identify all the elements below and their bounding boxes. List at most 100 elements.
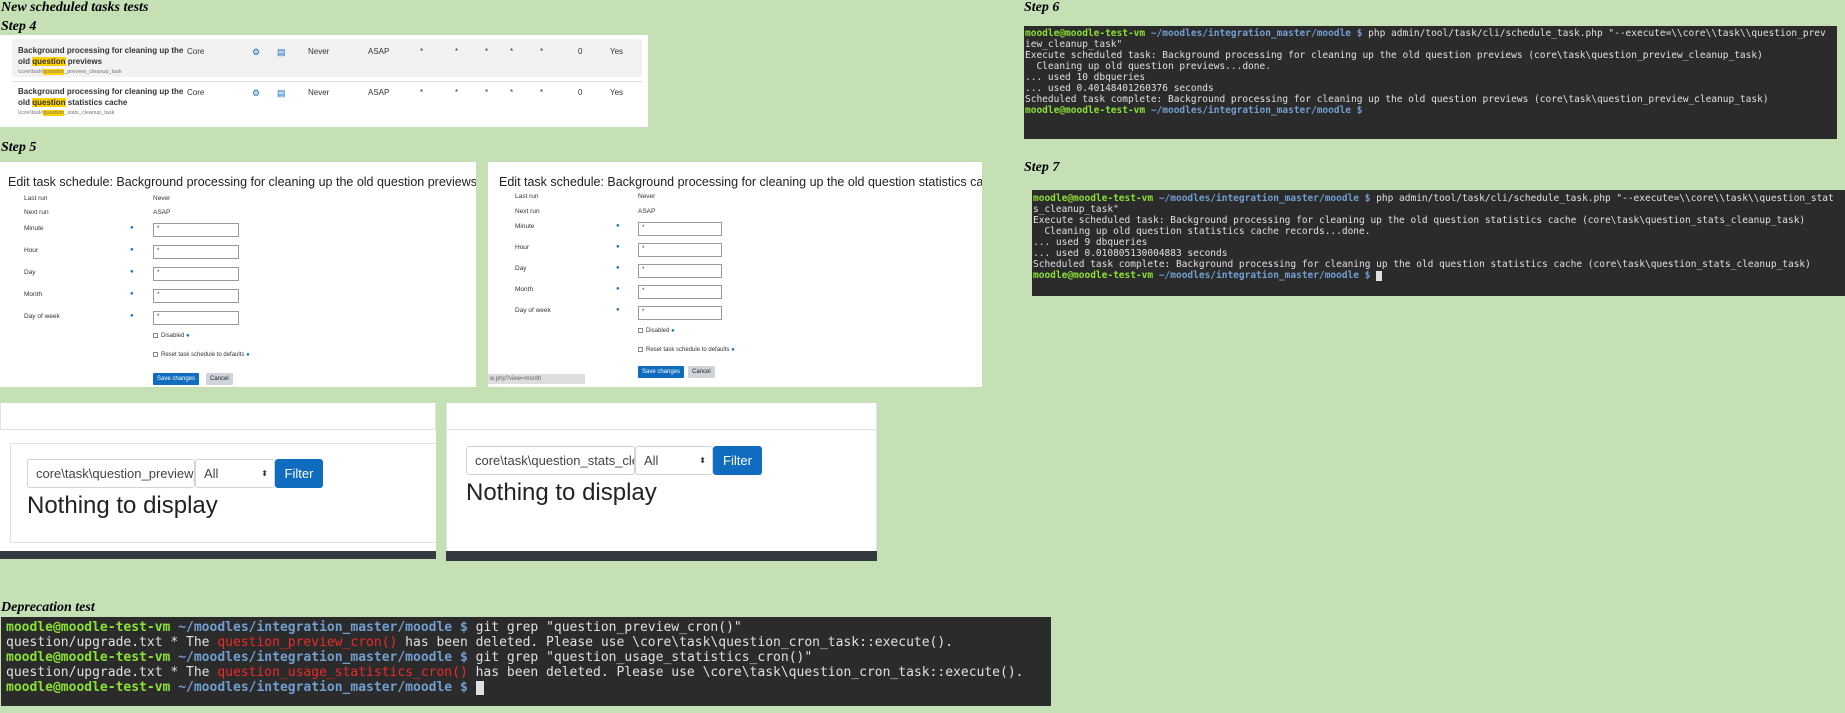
task-day: *: [485, 88, 489, 97]
help-icon[interactable]: ●: [616, 286, 620, 292]
terminal-cursor: [475, 681, 484, 695]
dow-label: Day of week: [515, 307, 551, 314]
terminal-output-line: ... used 0.010805130004883 seconds: [1033, 248, 1228, 259]
save-changes-button[interactable]: Save changes: [153, 373, 200, 385]
task-name-line: Background processing for cleaning up th…: [18, 46, 184, 55]
terminal-prompt-line: moodle@moodle-test-vm ~/moodles/integrat…: [1025, 105, 1363, 116]
task-last-run: Never: [308, 47, 330, 56]
minute-label: Minute: [515, 223, 535, 230]
logs-icon[interactable]: ▤: [277, 88, 286, 99]
step4-heading: Step 4: [1, 19, 37, 34]
terminal-command-line: moodle@moodle-test-vm ~/moodles/integrat…: [6, 650, 813, 665]
save-changes-button[interactable]: Save changes: [638, 366, 685, 378]
step5-heading: Step 5: [1, 140, 37, 155]
status-bar-url: w.php?view=month: [488, 374, 585, 384]
task-month: *: [510, 88, 514, 97]
deprecation-terminal[interactable]: moodle@moodle-test-vm ~/moodles/integrat…: [1, 617, 1051, 706]
month-input[interactable]: *: [638, 285, 722, 299]
form-title: Edit task schedule: Background processin…: [499, 175, 982, 189]
task-name-line: old: [18, 57, 33, 66]
task-component: Core: [187, 88, 205, 97]
help-icon[interactable]: ●: [130, 269, 134, 275]
page-title: New scheduled tasks tests: [1, 0, 149, 15]
task-day: *: [485, 47, 489, 56]
last-run-value: Never: [638, 193, 656, 200]
logs-icon[interactable]: ▤: [277, 47, 286, 58]
dow-input[interactable]: *: [153, 311, 239, 325]
task-minute: *: [420, 47, 424, 56]
month-label: Month: [515, 286, 534, 293]
hour-input[interactable]: *: [153, 245, 239, 259]
month-input[interactable]: *: [153, 289, 239, 303]
help-icon[interactable]: ●: [616, 307, 620, 313]
edit-icon[interactable]: ⚙: [252, 47, 260, 58]
reset-checkbox[interactable]: Reset task schedule to defaults ●: [638, 347, 735, 353]
reset-checkbox[interactable]: Reset task schedule to defaults ●: [153, 352, 250, 358]
task-month: *: [510, 47, 514, 56]
terminal-output-line: Execute scheduled task: Background proce…: [1033, 215, 1806, 226]
task-fail-delay: 0: [578, 47, 583, 56]
help-icon[interactable]: ●: [130, 247, 134, 253]
dow-input[interactable]: *: [638, 306, 722, 320]
help-icon[interactable]: ●: [130, 225, 134, 231]
terminal-output-line: Cleaning up old question previews...done…: [1025, 61, 1271, 72]
task-classname: \core\task\question_stats_cleanup_task: [18, 110, 115, 116]
status-select-value: All: [644, 453, 659, 468]
disabled-checkbox[interactable]: Disabled ●: [153, 333, 190, 339]
help-icon[interactable]: ●: [616, 265, 620, 271]
table-row[interactable]: Background processing for cleaning up th…: [12, 81, 642, 119]
help-icon[interactable]: ●: [616, 223, 620, 229]
empty-message: Nothing to display: [466, 479, 657, 506]
help-icon[interactable]: ●: [130, 291, 134, 297]
hour-label: Hour: [24, 247, 39, 254]
table-row[interactable]: Background processing for cleaning up th…: [12, 39, 642, 77]
step4-task-table: Background processing for cleaning up th…: [0, 35, 648, 127]
status-select-value: All: [204, 466, 219, 481]
day-label: Day: [515, 265, 527, 272]
minute-input[interactable]: *: [153, 223, 239, 237]
search-input[interactable]: core\task\question_preview_: [27, 459, 195, 488]
help-icon[interactable]: ●: [130, 313, 134, 319]
cancel-button[interactable]: Cancel: [206, 373, 233, 385]
step6-terminal[interactable]: moodle@moodle-test-vm ~/moodles/integrat…: [1024, 26, 1837, 139]
task-next-run: ASAP: [368, 88, 390, 97]
help-icon[interactable]: ●: [731, 347, 735, 353]
last-run-label: Last run: [24, 195, 48, 202]
cancel-button[interactable]: Cancel: [688, 366, 715, 378]
hour-input[interactable]: *: [638, 243, 722, 257]
terminal-output-line: question/upgrade.txt * The question_usag…: [6, 665, 1024, 680]
status-select[interactable]: All ⬍: [195, 459, 275, 488]
filter-area-top: [0, 403, 436, 430]
edit-icon[interactable]: ⚙: [252, 88, 260, 99]
terminal-output-line: Scheduled task complete: Background proc…: [1033, 259, 1811, 270]
filter-button[interactable]: Filter: [713, 446, 762, 475]
next-run-label: Next run: [24, 209, 49, 216]
task-name-line: previews: [65, 57, 103, 66]
help-icon[interactable]: ●: [671, 328, 675, 334]
task-minute: *: [420, 88, 424, 97]
task-hour: *: [455, 88, 459, 97]
form-title: Edit task schedule: Background processin…: [8, 175, 476, 189]
step7-terminal[interactable]: moodle@moodle-test-vm ~/moodles/integrat…: [1032, 190, 1845, 296]
help-icon[interactable]: ●: [186, 333, 190, 339]
status-select[interactable]: All ⬍: [635, 446, 713, 475]
reset-label: Reset task schedule to defaults: [161, 352, 245, 359]
disabled-checkbox[interactable]: Disabled ●: [638, 328, 675, 334]
help-icon[interactable]: ●: [616, 244, 620, 250]
terminal-command-line: moodle@moodle-test-vm ~/moodles/integrat…: [1025, 28, 1826, 39]
dow-label: Day of week: [24, 313, 60, 320]
filter-button[interactable]: Filter: [275, 459, 323, 488]
search-input[interactable]: core\task\question_stats_cle: [466, 446, 635, 475]
terminal-output-line: Execute scheduled task: Background proce…: [1025, 50, 1763, 61]
next-run-value: ASAP: [153, 209, 171, 216]
edit-task-form-stats: Edit task schedule: Background processin…: [488, 162, 982, 387]
day-input[interactable]: *: [153, 267, 239, 281]
task-last-run: Never: [308, 88, 330, 97]
next-run-value: ASAP: [638, 208, 656, 215]
month-label: Month: [24, 291, 43, 298]
day-input[interactable]: *: [638, 264, 722, 278]
task-classname: \core\task\question_preview_cleanup_task: [18, 69, 122, 75]
minute-input[interactable]: *: [638, 222, 722, 236]
task-default: Yes: [610, 88, 624, 97]
help-icon[interactable]: ●: [246, 352, 250, 358]
